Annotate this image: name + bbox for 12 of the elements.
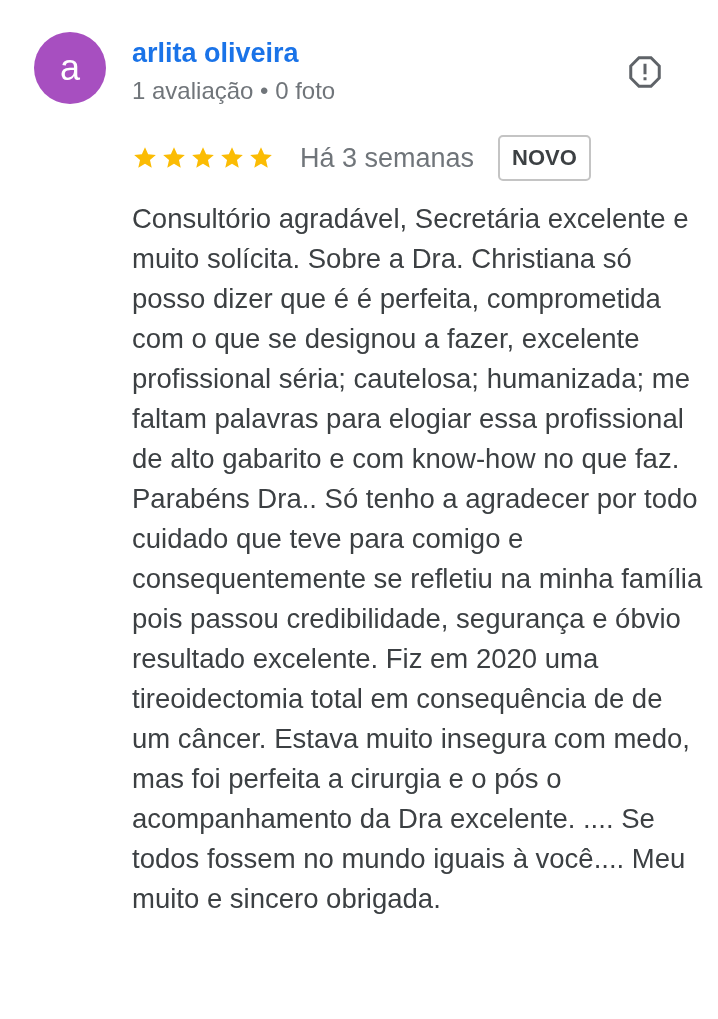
author-stats: 1 avaliação • 0 foto — [132, 77, 336, 105]
star-icon — [219, 145, 245, 171]
star-icon — [161, 145, 187, 171]
report-icon[interactable] — [627, 54, 663, 90]
star-icon — [190, 145, 216, 171]
author-name[interactable]: arlita oliveira — [132, 38, 336, 69]
review-time: Há 3 semanas — [300, 142, 475, 174]
star-icon — [248, 145, 274, 171]
new-badge: NOVO — [498, 135, 591, 181]
review-text: Consultório agradável, Secretária excelente e muito solícita. Sobre a Dra. Christiana só posso dizer que é é perfeita, comprometida com o que se designou a fazer, excelente profissional séria; cautelosa; humanizada; me faltam palavras para elogiar essa profissional de alto gabarito e com know-how no que faz. Parabéns Dra.. Só tenho a agradecer por todo cuidado que teve para comigo e consequentemente se refletiu na minha família pois passou credibilidade, segurança e óbvio resultado excelente. Fiz em 2020 uma tireoidectomia total em consequência de de um câncer. Estava muito insegura com medo, mas foi perfeita a cirurgia e o pós o acompanhamento da Dra excelente. .... Se todos fossem no mundo iguais à você.... Meu muito e sincero obrigada. — [132, 202, 704, 916]
avatar: a — [34, 32, 106, 104]
star-icon — [132, 145, 158, 171]
